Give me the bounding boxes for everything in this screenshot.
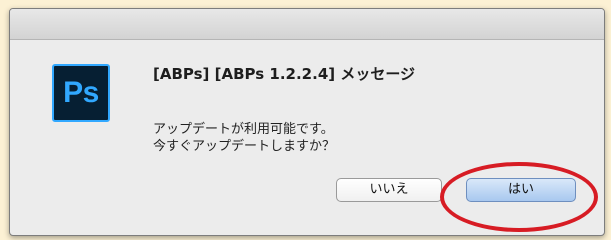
yes-button[interactable]: はい: [466, 178, 576, 202]
message-line-1: アップデートが利用可能です。: [153, 122, 334, 137]
dialog-message-title: [ABPs] [ABPs 1.2.2.4] メッセージ: [153, 65, 416, 83]
dialog-titlebar: [10, 9, 604, 40]
message-line-2: 今すぐアップデートしますか？: [153, 139, 336, 154]
photoshop-app-icon: Ps: [52, 64, 110, 122]
no-button[interactable]: いいえ: [336, 178, 442, 202]
dialog-message-body: アップデートが利用可能です。 今すぐアップデートしますか？: [153, 121, 335, 155]
